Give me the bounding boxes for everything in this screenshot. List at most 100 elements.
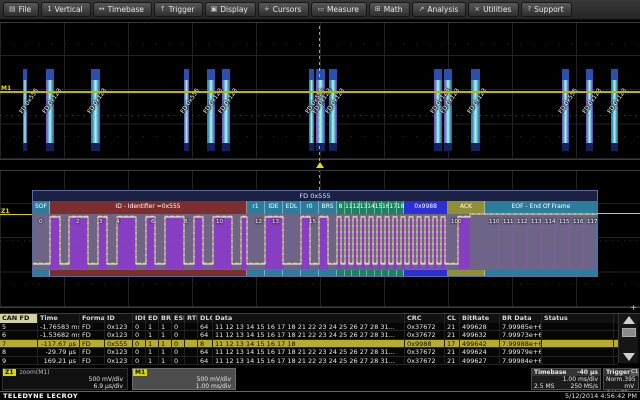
- m1-tdiv: 1.00 ms/div: [133, 383, 235, 390]
- cell-ide: 0: [133, 331, 146, 338]
- table-scrollbar[interactable]: [618, 314, 638, 363]
- timebase-title: Timebase: [534, 369, 566, 376]
- frame-marker: FD 0x555: [562, 69, 569, 151]
- timebase-rate: 250 MS/s: [571, 383, 599, 390]
- decode-field-label: IDE: [265, 203, 282, 210]
- decode-field-label: 15: [375, 203, 381, 210]
- menu-button-timebase[interactable]: ↔Timebase: [93, 2, 152, 17]
- cell-ide: 0: [133, 323, 146, 330]
- cell-rtr: [185, 340, 198, 347]
- cell-dlc: 64: [198, 357, 213, 364]
- cell-time: -29.79 µs: [38, 348, 80, 355]
- z1-source: zoom(M1): [20, 369, 50, 376]
- tick-row: [0, 284, 640, 285]
- support-icon: ?: [527, 6, 531, 13]
- decode-field-label: ID - Identifier =0x555: [50, 203, 246, 210]
- decode-field-label: EDL: [283, 203, 300, 210]
- tick-row: [0, 44, 640, 45]
- menu-label: File: [19, 5, 32, 14]
- cell-cl: 21: [445, 348, 460, 355]
- cell-esi: 0: [172, 340, 185, 347]
- z1-tab: Z1: [3, 369, 16, 376]
- cell-brdata: 7.99988e+6: [500, 340, 542, 347]
- column-header: CRC: [405, 314, 445, 323]
- column-header: BR Data: [500, 314, 542, 323]
- cell-status: [542, 331, 614, 338]
- cell-crc: 0x37672: [405, 323, 445, 330]
- scroll-up-icon[interactable]: [623, 316, 635, 324]
- cell-crc: 0x37672: [405, 331, 445, 338]
- table-row[interactable]: 9169.21 µsFD0x12301106411 12 13 14 15 16…: [0, 357, 618, 365]
- m1-tab: M1: [133, 369, 147, 376]
- table-row[interactable]: 7-117.67 µsFD0x5550110811 12 13 14 15 16…: [0, 340, 618, 348]
- decode-field-label: 13: [360, 203, 366, 210]
- timebase-offset: -40 µs: [577, 369, 598, 376]
- z1-vdiv: 500 mV/div: [3, 376, 127, 383]
- column-header: CL: [445, 314, 460, 323]
- decode-field-label: 14: [367, 203, 373, 210]
- cell-edl: 1: [146, 331, 159, 338]
- menu-label: Measure: [327, 5, 359, 14]
- cell-dlc: 8: [198, 340, 213, 347]
- cell-id: 0x555: [105, 340, 133, 347]
- cell-esi: 0: [172, 323, 185, 330]
- menu-button-file[interactable]: ▤File: [3, 2, 39, 17]
- cell-bitrate: 499632: [460, 331, 500, 338]
- decode-table-body: 5-1.76583 msFD0x12301106411 12 13 14 15 …: [0, 323, 618, 364]
- scroll-down-icon[interactable]: [623, 353, 635, 361]
- cell-brs: 1: [159, 357, 172, 364]
- scrollbar-thumb[interactable]: [622, 328, 636, 337]
- m1-descriptor-box[interactable]: M1 500 mV/div 1.00 ms/div: [132, 368, 236, 390]
- cell-edl: 1: [146, 357, 159, 364]
- cell-bitrate: 499628: [460, 323, 500, 330]
- m1-trace: [0, 91, 640, 93]
- column-header: EDL: [146, 314, 159, 323]
- menu-button-support[interactable]: ?Support: [521, 2, 571, 17]
- menu-button-cursors[interactable]: +Cursors: [258, 2, 309, 17]
- table-expand-icon[interactable]: +: [630, 304, 637, 312]
- menu-button-display[interactable]: ▣Display: [205, 2, 256, 17]
- datetime: 5/12/2014 4:56:42 PM: [565, 392, 637, 400]
- menu-button-vertical[interactable]: 1Vertical: [41, 2, 91, 17]
- cell-esi: 0: [172, 348, 185, 355]
- cell-brs: 1: [159, 348, 172, 355]
- timebase-descriptor-box[interactable]: Timebase-40 µs 1.00 ms/div 2.5 MS250 MS/…: [531, 368, 601, 390]
- cell-crc: 0x37672: [405, 357, 445, 364]
- decode-field-label: 17: [389, 203, 395, 210]
- decode-field-label: 0x9988: [404, 203, 447, 210]
- m1-trace-label: M1: [1, 85, 11, 92]
- frame-marker: FD 0x123: [207, 69, 215, 151]
- cell-format: FD: [80, 340, 105, 347]
- column-header: ESI: [172, 314, 185, 323]
- timebase-icon: ↔: [99, 6, 105, 13]
- m1-vdiv: 500 mV/div: [133, 376, 235, 383]
- menu-button-trigger[interactable]: ↑Trigger: [154, 2, 203, 17]
- table-row[interactable]: 5-1.76583 msFD0x12301106411 12 13 14 15 …: [0, 323, 618, 331]
- cell-ide: 0: [133, 348, 146, 355]
- table-row[interactable]: 6-1.53682 msFD0x12301106411 12 13 14 15 …: [0, 331, 618, 339]
- decode-field-label: SOF: [33, 203, 49, 210]
- frame-marker: FD 0x555: [23, 69, 27, 151]
- decoder-tab[interactable]: CAN FD: [0, 314, 38, 323]
- menu-button-measure[interactable]: ▭Measure: [311, 2, 367, 17]
- trigger-position-marker[interactable]: [316, 162, 324, 168]
- cursors-icon: +: [264, 6, 270, 13]
- menu-button-utilities[interactable]: ×Utilities: [468, 2, 519, 17]
- decode-field-label: BRS: [319, 203, 336, 210]
- math-icon: ⊞: [375, 6, 381, 13]
- menu-button-analysis[interactable]: ↗Analysis: [412, 2, 466, 17]
- trigger-descriptor-box[interactable]: TriggerC1 Norm.395 mV CAN FD: [603, 368, 639, 390]
- decode-field-label: 18: [397, 203, 403, 210]
- cell-data: 11 12 13 14 15 16 17 18 21 22 23 24 25 2…: [213, 331, 405, 338]
- frame-marker: FD 0x123: [444, 69, 452, 151]
- table-row[interactable]: 8-29.79 µsFD0x12301106411 12 13 14 15 16…: [0, 348, 618, 356]
- decode-field-label: r0: [301, 203, 318, 210]
- z1-descriptor-box[interactable]: Z1zoom(M1) 500 mV/div 6.9 µs/div: [2, 368, 128, 390]
- frame-marker: FD 0x123: [46, 69, 54, 151]
- column-header: DLC: [198, 314, 213, 323]
- frame-marker: FD 0x123: [471, 69, 480, 151]
- column-header: RTR: [185, 314, 198, 323]
- cell-id: 0x123: [105, 331, 133, 338]
- menu-button-math[interactable]: ⊞Math: [369, 2, 411, 17]
- cell-id: 0x123: [105, 348, 133, 355]
